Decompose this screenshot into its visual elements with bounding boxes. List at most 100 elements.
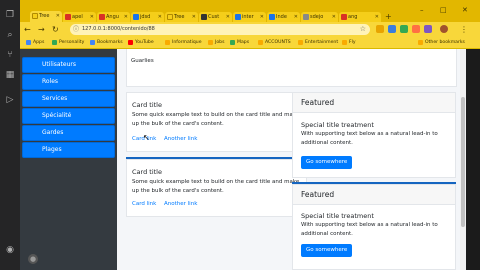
extension-icon[interactable] bbox=[412, 25, 420, 33]
another-link[interactable]: Another link bbox=[164, 136, 197, 142]
search-icon[interactable]: ⌕ bbox=[5, 30, 15, 40]
card-title: Special title treatment bbox=[301, 212, 374, 220]
card-title: Card title bbox=[132, 101, 162, 109]
folder-icon bbox=[208, 40, 213, 45]
featured-card: Featured Special title treatment With su… bbox=[292, 184, 456, 270]
editor-activity-bar: ❐ ⌕ ⑂ ▦ ▷ ◉ bbox=[0, 0, 20, 270]
card-text: With supporting text below as a natural … bbox=[301, 222, 438, 237]
close-tab-icon[interactable]: ✕ bbox=[332, 12, 336, 22]
forward-icon[interactable]: → bbox=[38, 24, 45, 35]
card-title: Card title bbox=[132, 168, 162, 176]
reload-icon[interactable]: ↻ bbox=[52, 24, 59, 35]
sidebar: Utilisateurs Roles Services Spécialité G… bbox=[20, 49, 117, 270]
bookmark-folder[interactable]: Jobs bbox=[208, 38, 224, 48]
tab-8[interactable]: sdejo ✕ bbox=[301, 12, 338, 22]
bookmark-folder[interactable]: ACCOUNTS bbox=[258, 38, 291, 48]
menu-icon[interactable]: ⋮ bbox=[460, 24, 468, 35]
extension-icon[interactable] bbox=[400, 25, 408, 33]
scrollbar-thumb[interactable] bbox=[461, 97, 465, 227]
bookmarks-bar: Apps Personality Bookmarks YouTube Infor… bbox=[20, 37, 480, 49]
close-tab-icon[interactable]: ✕ bbox=[158, 12, 162, 22]
sidebar-item-specialite[interactable]: Spécialité bbox=[22, 108, 115, 124]
bookmark-folder[interactable]: Informatique bbox=[165, 38, 202, 48]
bookmark-youtube[interactable]: YouTube bbox=[128, 38, 154, 48]
card-text: Some quick example text to build on the … bbox=[132, 112, 300, 127]
github-icon[interactable]: ● bbox=[28, 254, 38, 264]
bookmark-item[interactable]: Personality bbox=[52, 38, 84, 48]
tab-3[interactable]: jdsd ✕ bbox=[131, 12, 164, 22]
bookmark-star-icon[interactable]: ☆ bbox=[360, 24, 366, 35]
close-tab-icon[interactable]: ✕ bbox=[260, 12, 264, 22]
source-control-icon[interactable]: ⑂ bbox=[5, 50, 15, 60]
site-icon bbox=[269, 14, 275, 20]
tab-2[interactable]: Angu ✕ bbox=[97, 12, 130, 22]
bookmark-maps[interactable]: Maps bbox=[230, 38, 249, 48]
address-bar[interactable]: ⓘ 127.0.0.1:8000/contenido/88 ☆ bbox=[70, 24, 370, 35]
tab-1[interactable]: apel ✕ bbox=[63, 12, 96, 22]
sidebar-item-gardes[interactable]: Gardes bbox=[22, 125, 115, 141]
close-tab-icon[interactable]: ✕ bbox=[294, 12, 298, 22]
youtube-icon bbox=[99, 14, 105, 20]
go-somewhere-button[interactable]: Go somewhere bbox=[301, 156, 353, 169]
featured-card: Featured Special title treatment With su… bbox=[292, 92, 456, 178]
tab-4[interactable]: Tree ✕ bbox=[165, 12, 198, 22]
account-icon[interactable]: ◉ bbox=[5, 245, 15, 255]
back-icon[interactable]: ← bbox=[24, 24, 31, 35]
main-content: Guarlies Card title Some quick example t… bbox=[117, 49, 480, 270]
extension-icon[interactable] bbox=[376, 25, 384, 33]
sidebar-item-roles[interactable]: Roles bbox=[22, 74, 115, 90]
extensions-icon[interactable]: ▦ bbox=[5, 70, 15, 80]
card-header: Featured bbox=[293, 185, 455, 205]
close-tab-icon[interactable]: ✕ bbox=[124, 12, 128, 22]
maximize-button[interactable]: □ bbox=[440, 6, 447, 14]
close-window-button[interactable]: ✕ bbox=[462, 6, 468, 14]
apps-icon bbox=[26, 40, 31, 45]
debug-icon[interactable]: ▷ bbox=[5, 95, 15, 105]
bookmark-apps[interactable]: Apps bbox=[26, 38, 44, 48]
tab-label: apel bbox=[72, 14, 83, 20]
another-link[interactable]: Another link bbox=[164, 201, 197, 207]
tab-9[interactable]: ang ✕ bbox=[339, 12, 381, 22]
go-somewhere-button[interactable]: Go somewhere bbox=[301, 244, 353, 257]
browser-chrome: Tree ✕ apel ✕ Angu ✕ jdsd ✕ Tree ✕ Cust … bbox=[20, 0, 480, 49]
tab-label: ang bbox=[348, 14, 358, 20]
tab-6[interactable]: inter ✕ bbox=[233, 12, 266, 22]
extension-icon[interactable] bbox=[424, 25, 432, 33]
tab-label: Inde bbox=[276, 14, 287, 20]
minimize-button[interactable]: – bbox=[420, 6, 424, 14]
url-text: 127.0.0.1:8000/contenido/88 bbox=[82, 26, 155, 32]
folder-icon bbox=[298, 40, 303, 45]
close-tab-icon[interactable]: ✕ bbox=[192, 12, 196, 22]
tab-label: jdsd bbox=[140, 14, 151, 20]
sidebar-item-services[interactable]: Services bbox=[22, 91, 115, 107]
close-tab-icon[interactable]: ✕ bbox=[226, 12, 230, 22]
extension-icon[interactable] bbox=[388, 25, 396, 33]
favicon-icon bbox=[167, 14, 173, 20]
tab-label: sdejo bbox=[310, 14, 324, 20]
folder-icon bbox=[342, 40, 347, 45]
close-tab-icon[interactable]: ✕ bbox=[56, 11, 60, 21]
tab-5[interactable]: Cust ✕ bbox=[199, 12, 232, 22]
close-tab-icon[interactable]: ✕ bbox=[375, 12, 379, 22]
close-tab-icon[interactable]: ✕ bbox=[90, 12, 94, 22]
profile-avatar[interactable] bbox=[440, 25, 448, 33]
sidebar-item-plages[interactable]: Plages bbox=[22, 142, 115, 158]
tab-7[interactable]: Inde ✕ bbox=[267, 12, 300, 22]
site-icon bbox=[133, 14, 139, 20]
sidebar-item-utilisateurs[interactable]: Utilisateurs bbox=[22, 57, 115, 73]
favicon-icon bbox=[32, 13, 38, 19]
folder-icon bbox=[165, 40, 170, 45]
bookmark-folder[interactable]: Fly bbox=[342, 38, 356, 48]
other-bookmarks[interactable]: Other bookmarks bbox=[418, 38, 465, 48]
folder-icon bbox=[258, 40, 263, 45]
info-icon[interactable]: ⓘ bbox=[73, 24, 79, 35]
card: Card title Some quick example text to bu… bbox=[126, 159, 307, 217]
top-card: Guarlies bbox=[126, 49, 457, 87]
tab-0[interactable]: Tree ✕ bbox=[30, 11, 62, 22]
new-tab-button[interactable]: + bbox=[385, 12, 392, 22]
card-text: Some quick example text to build on the … bbox=[132, 179, 300, 194]
bookmark-item[interactable]: Bookmarks bbox=[90, 38, 123, 48]
files-icon[interactable]: ❐ bbox=[5, 10, 15, 20]
card-link[interactable]: Card link bbox=[132, 201, 156, 207]
bookmark-folder[interactable]: Entertainment bbox=[298, 38, 338, 48]
